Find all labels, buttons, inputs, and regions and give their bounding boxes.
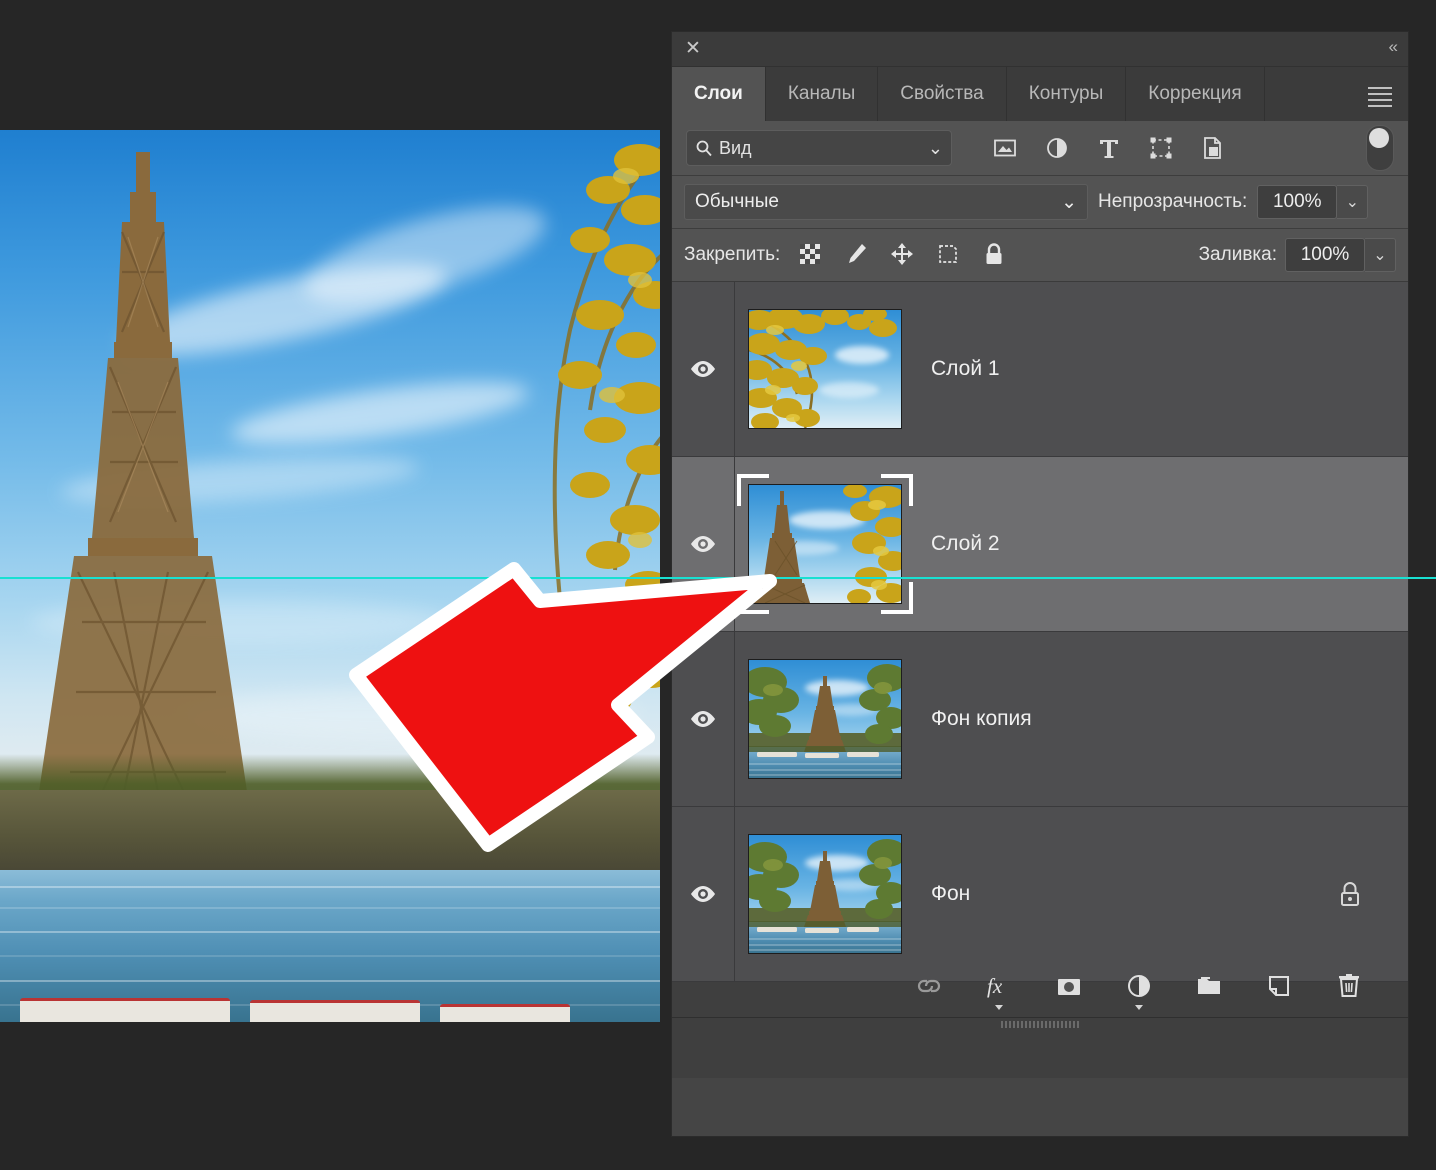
- lock-position-icon[interactable]: [890, 242, 916, 268]
- river-boat: [250, 1000, 420, 1022]
- panel-title-bar: ✕ «: [672, 32, 1408, 67]
- tab-properties[interactable]: Свойства: [878, 67, 1006, 121]
- eye-icon: [689, 359, 717, 379]
- layer-name[interactable]: Слой 2: [931, 532, 1000, 556]
- tab-label: Слои: [694, 83, 743, 105]
- layer-row[interactable]: Слой 1: [672, 282, 1408, 457]
- layers-panel: ✕ « Слои Каналы Свойства Контуры Коррекц…: [672, 32, 1408, 1136]
- delete-layer-icon[interactable]: [1334, 971, 1364, 1001]
- opacity-input[interactable]: 100%: [1257, 185, 1337, 219]
- layer-visibility-toggle[interactable]: [672, 282, 735, 456]
- lock-label: Закрепить:: [684, 244, 780, 266]
- filter-type-value: Вид: [719, 138, 928, 159]
- layer-thumbnail-cell[interactable]: [735, 309, 915, 429]
- opacity-stepper-icon[interactable]: ⌄: [1337, 185, 1368, 219]
- layer-mask-icon[interactable]: [1054, 971, 1084, 1001]
- shape-layer-icon[interactable]: [1148, 135, 1174, 161]
- filter-kind-icons: [992, 135, 1226, 161]
- lock-artboard-icon[interactable]: [936, 242, 962, 268]
- collapse-panel-icon[interactable]: «: [1389, 37, 1396, 57]
- layer-row[interactable]: Слой 2: [672, 457, 1408, 632]
- fill-input[interactable]: 100%: [1285, 238, 1365, 272]
- close-icon[interactable]: ✕: [682, 38, 704, 60]
- tab-label: Свойства: [900, 83, 983, 105]
- type-layer-icon[interactable]: [1096, 135, 1122, 161]
- chevron-down-icon: ⌄: [1061, 191, 1077, 214]
- layer-thumbnail: [748, 309, 902, 429]
- panel-resize-handle[interactable]: [672, 1017, 1408, 1032]
- new-group-icon[interactable]: [1194, 971, 1224, 1001]
- tab-channels[interactable]: Каналы: [766, 67, 878, 121]
- tab-layers[interactable]: Слои: [672, 67, 766, 121]
- pixel-layer-icon[interactable]: [992, 135, 1018, 161]
- layer-list: Слой 1: [672, 282, 1408, 954]
- link-layers-icon[interactable]: [914, 971, 944, 1001]
- filter-type-select[interactable]: Вид ⌄: [686, 130, 952, 166]
- tab-label: Каналы: [788, 83, 855, 105]
- layer-row[interactable]: Фон копия: [672, 632, 1408, 807]
- fill-stepper-icon[interactable]: ⌄: [1365, 238, 1396, 272]
- lock-row: Закрепить:: [672, 229, 1408, 282]
- blend-mode-value: Обычные: [695, 191, 1061, 213]
- panel-tabs: Слои Каналы Свойства Контуры Коррекция: [672, 67, 1408, 121]
- eye-icon: [689, 534, 717, 554]
- tab-adjustments[interactable]: Коррекция: [1126, 67, 1264, 121]
- tab-label: Коррекция: [1148, 83, 1241, 105]
- layer-row[interactable]: Фон: [672, 807, 1408, 982]
- chevron-down-icon: ⌄: [928, 138, 943, 159]
- adjustment-layer-icon[interactable]: [1124, 971, 1154, 1001]
- layer-name[interactable]: Фон: [931, 882, 970, 906]
- new-layer-icon[interactable]: [1264, 971, 1294, 1001]
- smart-object-icon[interactable]: [1200, 135, 1226, 161]
- layer-name[interactable]: Слой 1: [931, 357, 1000, 381]
- panel-menu-icon[interactable]: [1352, 67, 1408, 121]
- caret-icon: [1135, 1005, 1143, 1010]
- filter-enable-toggle[interactable]: [1366, 125, 1394, 171]
- lock-image-pixels-icon[interactable]: [844, 242, 870, 268]
- tab-paths[interactable]: Контуры: [1007, 67, 1127, 121]
- river-boat: [20, 998, 230, 1022]
- adjustment-layer-icon[interactable]: [1044, 135, 1070, 161]
- fill-label: Заливка:: [1199, 244, 1277, 266]
- fx-icon[interactable]: fx: [984, 971, 1014, 1001]
- tab-label: Контуры: [1029, 83, 1104, 105]
- fill-control[interactable]: 100% ⌄: [1285, 238, 1396, 272]
- eye-icon: [689, 884, 717, 904]
- grip-icon: [1001, 1021, 1079, 1028]
- toggle-knob: [1369, 128, 1389, 148]
- layer-name[interactable]: Фон копия: [931, 707, 1032, 731]
- river-boat: [440, 1004, 570, 1022]
- opacity-label: Непрозрачность:: [1098, 191, 1247, 213]
- red-arrow-annotation: [318, 555, 778, 865]
- fill-control-group: Заливка: 100% ⌄: [1199, 238, 1396, 272]
- svg-text:fx: fx: [987, 974, 1003, 998]
- lock-transparent-pixels-icon[interactable]: [798, 242, 824, 268]
- search-icon: [695, 139, 713, 157]
- opacity-control[interactable]: 100% ⌄: [1257, 185, 1368, 219]
- layer-filter-row: Вид ⌄: [672, 121, 1408, 176]
- lock-all-icon[interactable]: [982, 242, 1008, 268]
- blend-mode-row: Обычные ⌄ Непрозрачность: 100% ⌄: [672, 176, 1408, 229]
- layer-locked-icon: [1338, 881, 1362, 907]
- caret-icon: [995, 1005, 1003, 1010]
- lock-buttons: [798, 242, 1008, 268]
- blend-mode-select[interactable]: Обычные ⌄: [684, 184, 1088, 220]
